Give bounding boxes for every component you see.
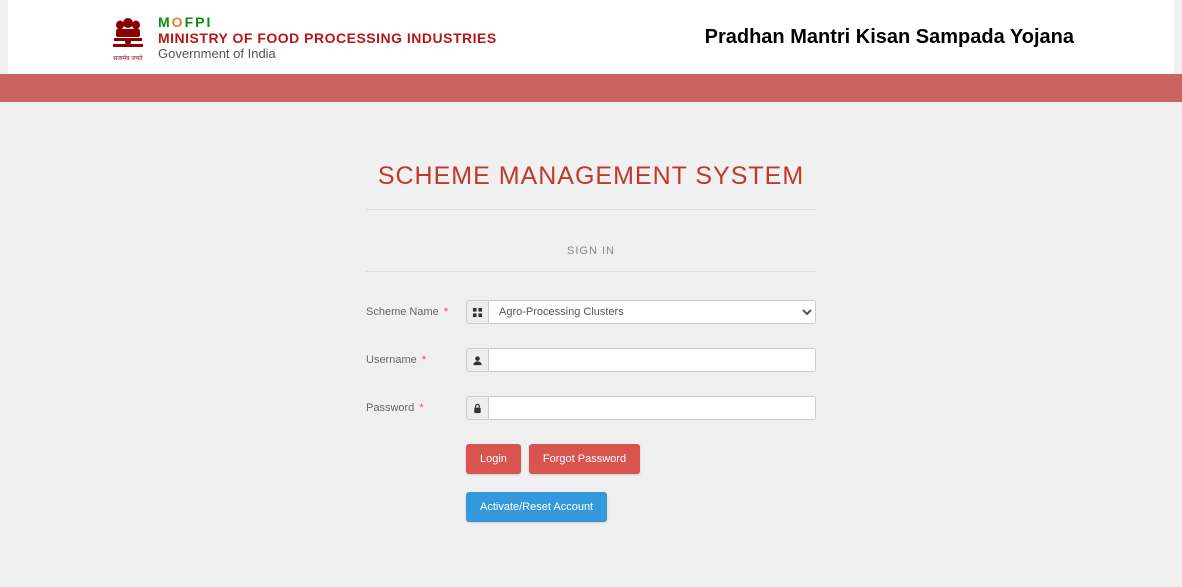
activate-row: Activate/Reset Account [466,492,816,522]
user-icon [466,348,488,372]
login-button[interactable]: Login [466,444,521,474]
lock-icon [466,396,488,420]
password-label: Password * [366,402,466,414]
username-input-group [466,348,816,372]
forgot-password-button[interactable]: Forgot Password [529,444,640,474]
scheme-name-row: Scheme Name * Agro-Processing Clusters [366,300,816,324]
header-bar: सत्यमेव जयते MOFPI MINISTRY OF FOOD PROC… [8,0,1174,74]
username-row: Username * [366,348,816,372]
login-panel: SCHEME MANAGEMENT SYSTEM SIGN IN Scheme … [366,162,816,522]
separator-band [0,74,1182,102]
required-star: * [422,354,426,366]
emblem-caption: सत्यमेव जयते [113,54,142,62]
username-input[interactable] [488,348,816,372]
scheme-name-label: Scheme Name * [366,306,466,318]
system-heading: SCHEME MANAGEMENT SYSTEM [366,162,816,210]
password-input-group [466,396,816,420]
scheme-name-select[interactable]: Agro-Processing Clusters [488,300,816,324]
login-form: Scheme Name * Agro-Processing Clusters U… [366,300,816,522]
logo-block: सत्यमेव जयते MOFPI MINISTRY OF FOOD PROC… [108,12,497,62]
scheme-input-group: Agro-Processing Clusters [466,300,816,324]
grid-icon [466,300,488,324]
password-input[interactable] [488,396,816,420]
national-emblem-icon: सत्यमेव जयते [108,12,148,62]
password-row: Password * [366,396,816,420]
government-line: Government of India [158,46,497,61]
primary-button-row: Login Forgot Password [466,444,816,474]
activate-reset-button[interactable]: Activate/Reset Account [466,492,607,522]
mofpi-acronym: MOFPI [158,14,497,30]
required-star: * [419,402,423,414]
ministry-full-name: MINISTRY OF FOOD PROCESSING INDUSTRIES [158,30,497,46]
signin-heading: SIGN IN [366,210,816,272]
ministry-text-block: MOFPI MINISTRY OF FOOD PROCESSING INDUST… [158,14,497,61]
required-star: * [444,306,448,318]
scheme-title: Pradhan Mantri Kisan Sampada Yojana [705,26,1074,49]
username-label: Username * [366,354,466,366]
